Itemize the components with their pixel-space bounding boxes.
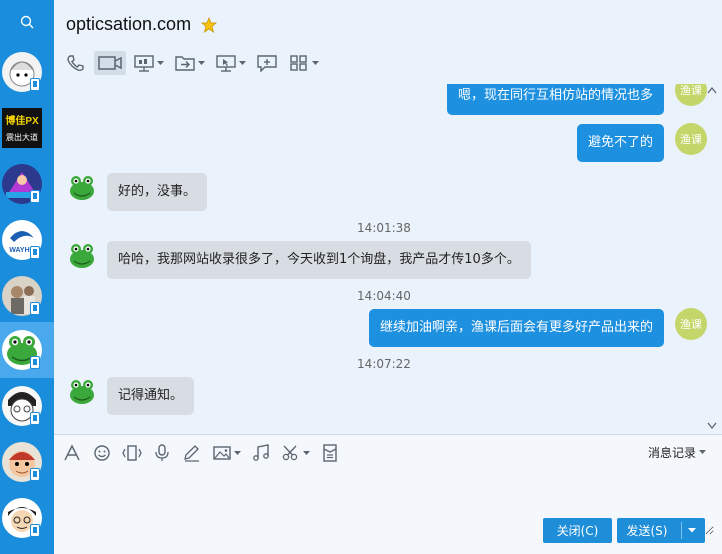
self-avatar-label: 渔课	[680, 133, 702, 146]
star-icon[interactable]	[201, 17, 217, 33]
mobile-icon	[30, 302, 40, 315]
avatar: 渔课	[675, 123, 707, 155]
image-icon	[213, 446, 231, 460]
message-bubble-incoming[interactable]: 好的，没事。	[107, 173, 208, 211]
message-bubble-outgoing[interactable]: 继续加油啊亲，渔课后面会有更多好产品出来的	[368, 309, 664, 347]
emoji-button[interactable]	[92, 442, 112, 464]
chevron-up-icon[interactable]	[707, 86, 717, 94]
self-avatar-label: 渔课	[680, 318, 702, 331]
draw-button[interactable]	[182, 442, 202, 464]
screenshot-icon	[282, 445, 298, 461]
chat-header: opticsation.com	[54, 0, 722, 84]
apps-button[interactable]	[285, 51, 322, 75]
contact-2[interactable]: 博佳PX 震出大道	[0, 100, 54, 156]
voice-icon	[155, 444, 169, 461]
avatar	[66, 171, 98, 203]
chevron-down-icon	[312, 60, 319, 65]
message-history-label: 消息记录	[647, 446, 696, 460]
avatar: 渔课	[675, 84, 707, 106]
message-timestamp: 14:01:38	[357, 221, 411, 235]
chevron-down-icon	[234, 450, 241, 455]
shake-button[interactable]	[122, 442, 142, 464]
screen-share-button[interactable]	[130, 51, 167, 75]
message-bubble-incoming[interactable]: 记得通知。	[107, 377, 195, 415]
contact-4[interactable]: WAYHA	[0, 212, 54, 268]
contact-2-logo-text-bottom: 震出大道	[6, 132, 38, 142]
chevron-down-icon[interactable]	[688, 528, 696, 533]
remote-desktop-icon	[216, 55, 236, 72]
contact-1[interactable]	[0, 44, 54, 100]
search-icon[interactable]	[0, 0, 54, 44]
screenshot-button[interactable]	[281, 442, 310, 464]
add-chat-icon	[257, 55, 277, 72]
self-avatar-label: 渔课	[680, 84, 702, 97]
message-list[interactable]: 嗯，现在同行互相仿站的情况也多 渔课 避免不了的 渔课 好的，没事。 14:01…	[54, 84, 722, 434]
screen-share-icon	[134, 55, 154, 72]
draw-icon	[184, 445, 199, 462]
chevron-down-icon	[157, 60, 164, 65]
emoji-icon	[94, 445, 110, 461]
image-button[interactable]	[212, 442, 241, 464]
contact-5[interactable]	[0, 268, 54, 324]
contact-3[interactable]	[0, 156, 54, 212]
mobile-icon	[30, 246, 40, 259]
message-bubble-outgoing[interactable]: 嗯，现在同行互相仿站的情况也多	[446, 84, 664, 115]
message-history-button[interactable]: 消息记录	[648, 444, 706, 461]
send-button-label: 发送(S)	[626, 524, 668, 538]
red-packet-icon	[323, 444, 337, 462]
message-timestamp: 14:04:40	[357, 289, 411, 303]
mobile-icon	[30, 190, 40, 203]
font-icon	[64, 444, 80, 461]
chevron-down-icon	[198, 60, 205, 65]
send-button[interactable]: 发送(S)	[617, 518, 705, 543]
composer-toolbar	[62, 442, 350, 464]
contact-7[interactable]	[0, 378, 54, 434]
avatar: 博佳PX 震出大道	[2, 108, 42, 148]
contact-2-logo-text-top: 博佳PX	[5, 114, 39, 127]
chevron-down-icon	[239, 60, 246, 65]
file-transfer-button[interactable]	[171, 51, 208, 75]
voice-message-button[interactable]	[152, 442, 172, 464]
apps-icon	[290, 55, 307, 71]
close-button-label: 关闭(C)	[556, 524, 599, 538]
avatar: 渔课	[675, 308, 707, 340]
phone-icon	[67, 55, 84, 72]
send-button-divider	[681, 522, 682, 539]
voice-call-button[interactable]	[62, 51, 90, 75]
mobile-icon	[30, 524, 40, 537]
add-chat-button[interactable]	[253, 51, 281, 75]
mobile-icon	[30, 78, 40, 91]
music-icon	[253, 444, 269, 461]
message-bubble-incoming[interactable]: 哈哈，我那网站收录很多了，今天收到1个询盘，我产品才传10多个。	[107, 241, 531, 279]
remote-desktop-button[interactable]	[212, 51, 249, 75]
shake-icon	[122, 445, 142, 461]
contact-rail: 博佳PX 震出大道 WAYHA	[0, 0, 54, 554]
message-timestamp: 14:07:22	[357, 357, 411, 371]
video-icon	[98, 56, 122, 70]
mobile-icon	[30, 356, 40, 369]
chevron-down-icon	[699, 450, 706, 454]
avatar	[66, 239, 98, 271]
red-packet-button[interactable]	[320, 442, 340, 464]
message-composer: 消息记录 关闭(C) 发送(S)	[54, 434, 722, 554]
message-bubble-outgoing[interactable]: 避免不了的	[576, 124, 664, 162]
chat-title: opticsation.com	[66, 14, 192, 34]
music-button[interactable]	[251, 442, 271, 464]
file-transfer-icon	[175, 56, 195, 71]
video-call-button[interactable]	[94, 51, 126, 75]
font-button[interactable]	[62, 442, 82, 464]
chat-toolbar	[62, 51, 326, 75]
close-button[interactable]: 关闭(C)	[543, 518, 612, 543]
contact-8[interactable]	[0, 434, 54, 490]
mobile-icon	[30, 412, 40, 425]
contact-6-active[interactable]	[0, 322, 54, 378]
chevron-down-icon[interactable]	[707, 422, 717, 430]
mobile-icon	[30, 468, 40, 481]
avatar	[66, 375, 98, 407]
contact-9[interactable]	[0, 490, 54, 546]
chevron-down-icon	[303, 450, 310, 455]
